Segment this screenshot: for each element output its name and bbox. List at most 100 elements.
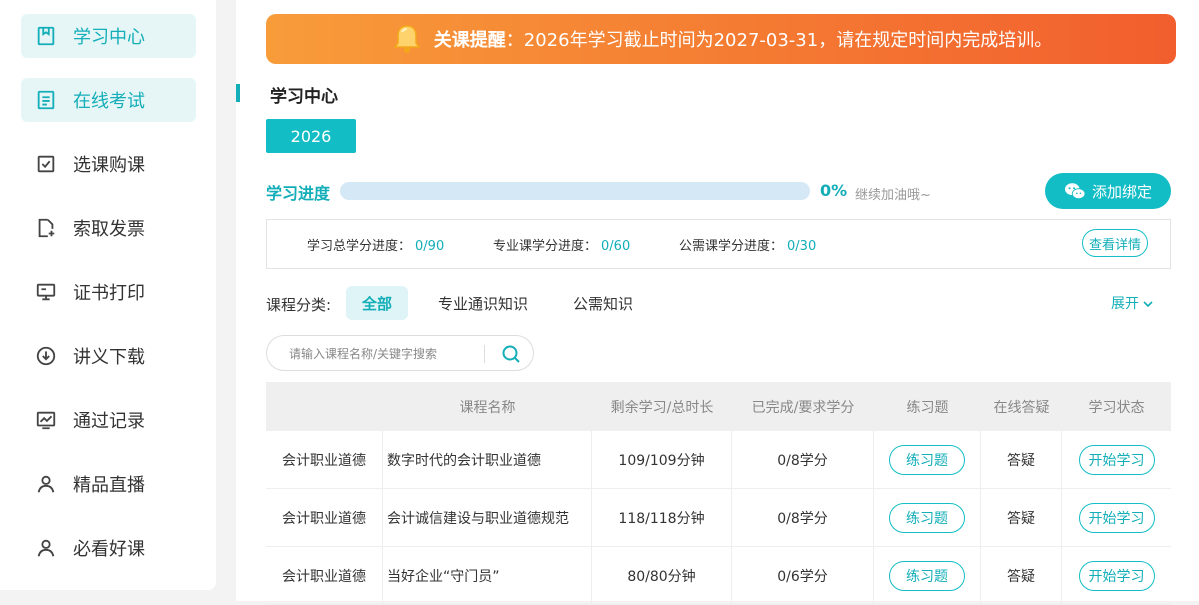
column-header <box>266 382 383 431</box>
exam-list-icon <box>35 89 57 111</box>
course-category: 会计职业道德 <box>266 547 383 604</box>
major-credit-progress: 专业课学分进度： 0/60 <box>493 235 630 254</box>
qa-link[interactable]: 答疑 <box>981 489 1062 546</box>
course-name[interactable]: 会计诚信建设与职业道德规范 <box>383 489 592 546</box>
course-name[interactable]: 数字时代的会计职业道德 <box>383 431 592 488</box>
status-cell: 开始学习 <box>1062 547 1171 604</box>
progress-percent: 0% <box>820 181 848 200</box>
bookmark-book-icon <box>35 25 57 47</box>
sidebar-item-handout-download[interactable]: 讲义下载 <box>21 334 196 378</box>
course-credits: 0/8学分 <box>732 431 874 488</box>
public-credit-value: 0/30 <box>787 239 817 254</box>
sidebar-item-label: 在线考试 <box>73 91 145 112</box>
category-tab-public[interactable]: 公需知识 <box>564 286 642 320</box>
column-header: 剩余学习/总时长 <box>610 399 714 416</box>
sidebar-item-certificate-print[interactable]: 证书打印 <box>21 270 196 314</box>
download-circle-icon <box>35 345 57 367</box>
banner-title: 关课提醒 <box>433 30 506 51</box>
category-tab-all[interactable]: 全部 <box>346 286 408 320</box>
course-credits: 0/8学分 <box>732 489 874 546</box>
course-name[interactable]: 当好企业“守门员” <box>383 547 592 604</box>
course-category: 会计职业道德 <box>266 431 383 488</box>
sidebar: 学习中心 在线考试 选课购课 索取发票 证书打印 讲义下载 通过记录 精品直播 … <box>0 0 216 590</box>
sidebar-item-invoice[interactable]: 索取发票 <box>21 206 196 250</box>
sidebar-item-label: 通过记录 <box>73 411 145 432</box>
course-time: 118/118分钟 <box>592 489 732 546</box>
user-icon <box>35 537 57 559</box>
search-icon[interactable] <box>501 344 521 364</box>
sidebar-item-online-exam[interactable]: 在线考试 <box>21 78 196 122</box>
total-credit-value: 0/90 <box>415 239 445 254</box>
sidebar-item-label: 选课购课 <box>73 155 145 176</box>
main-content: 关课提醒 ：2026年学习截止时间为2027-03-31，请在规定时间内完成培训… <box>236 0 1199 605</box>
column-header: 学习状态 <box>1088 399 1145 416</box>
course-table: 课程名称 剩余学习/总时长 已完成/要求学分 练习题 在线答疑 学习状态 会计职… <box>266 382 1171 605</box>
qa-link[interactable]: 答疑 <box>981 547 1062 604</box>
start-study-button[interactable]: 开始学习 <box>1078 560 1155 591</box>
banner-message: ：2026年学习截止时间为2027-03-31，请在规定时间内完成培训。 <box>505 30 1053 51</box>
view-details-button[interactable]: 查看详情 <box>1082 229 1148 257</box>
status-cell: 开始学习 <box>1062 431 1171 488</box>
table-row: 会计职业道德 数字时代的会计职业道德 109/109分钟 0/8学分 练习题 答… <box>266 431 1171 489</box>
column-header: 在线答疑 <box>993 399 1050 416</box>
start-study-button[interactable]: 开始学习 <box>1078 444 1155 475</box>
sidebar-item-label: 学习中心 <box>73 27 145 48</box>
status-cell: 开始学习 <box>1062 489 1171 546</box>
total-credit-progress: 学习总学分进度： 0/90 <box>307 235 444 254</box>
exercise-cell: 练习题 <box>874 547 981 604</box>
chart-record-icon <box>35 409 57 431</box>
expand-label: 展开 <box>1111 296 1139 312</box>
sidebar-item-label: 必看好课 <box>73 539 145 560</box>
sidebar-item-label: 证书打印 <box>73 283 145 304</box>
sidebar-item-live[interactable]: 精品直播 <box>21 462 196 506</box>
sidebar-item-label: 索取发票 <box>73 219 145 240</box>
progress-tip: 继续加油哦~ <box>855 188 931 203</box>
add-binding-button[interactable]: 添加绑定 <box>1045 173 1171 209</box>
table-row: 会计职业道德 会计诚信建设与职业道德规范 118/118分钟 0/8学分 练习题… <box>266 489 1171 547</box>
course-search <box>266 335 534 371</box>
start-study-button[interactable]: 开始学习 <box>1078 502 1155 533</box>
course-time: 109/109分钟 <box>592 431 732 488</box>
column-header: 课程名称 <box>459 399 516 416</box>
exercise-button[interactable]: 练习题 <box>889 502 965 533</box>
major-credit-value: 0/60 <box>601 239 631 254</box>
exercise-button[interactable]: 练习题 <box>889 560 965 591</box>
progress-bar <box>340 182 810 200</box>
bell-icon <box>393 25 421 53</box>
search-input[interactable] <box>287 344 481 364</box>
expand-toggle[interactable]: 展开 <box>1111 293 1154 313</box>
user-icon <box>35 473 57 495</box>
public-credit-label: 公需课学分进度： <box>679 239 784 254</box>
course-time: 80/80分钟 <box>592 547 732 604</box>
checkbox-icon <box>35 153 57 175</box>
column-header: 已完成/要求学分 <box>751 399 855 416</box>
search-divider <box>484 345 485 363</box>
category-tab-professional[interactable]: 专业通识知识 <box>428 286 538 320</box>
course-credits: 0/6学分 <box>732 547 874 604</box>
deadline-banner: 关课提醒 ：2026年学习截止时间为2027-03-31，请在规定时间内完成培训… <box>266 14 1176 64</box>
table-header: 课程名称 剩余学习/总时长 已完成/要求学分 练习题 在线答疑 学习状态 <box>266 382 1171 431</box>
exercise-cell: 练习题 <box>874 489 981 546</box>
sidebar-item-label: 讲义下载 <box>73 347 145 368</box>
progress-label: 学习进度 <box>266 184 331 203</box>
course-category: 会计职业道德 <box>266 489 383 546</box>
total-credit-label: 学习总学分进度： <box>307 239 412 254</box>
title-accent-bar <box>236 84 240 102</box>
public-credit-progress: 公需课学分进度： 0/30 <box>679 235 816 254</box>
monitor-icon <box>35 281 57 303</box>
exercise-button[interactable]: 练习题 <box>889 444 965 475</box>
credits-summary: 学习总学分进度： 0/90 专业课学分进度： 0/60 公需课学分进度： 0/30 查… <box>266 219 1171 269</box>
add-binding-label: 添加绑定 <box>1091 182 1152 201</box>
table-row: 会计职业道德 当好企业“守门员” 80/80分钟 0/6学分 练习题 答疑 开始… <box>266 547 1171 605</box>
sidebar-item-must-watch[interactable]: 必看好课 <box>21 526 196 570</box>
qa-link[interactable]: 答疑 <box>981 431 1062 488</box>
sidebar-item-pass-record[interactable]: 通过记录 <box>21 398 196 442</box>
exercise-cell: 练习题 <box>874 431 981 488</box>
column-header: 练习题 <box>906 399 949 416</box>
wechat-icon <box>1064 183 1086 200</box>
year-tab[interactable]: 2026 <box>266 119 356 153</box>
chevron-down-icon <box>1143 301 1154 308</box>
sidebar-item-course-purchase[interactable]: 选课购课 <box>21 142 196 186</box>
major-credit-label: 专业课学分进度： <box>493 239 598 254</box>
sidebar-item-study-center[interactable]: 学习中心 <box>21 14 196 58</box>
